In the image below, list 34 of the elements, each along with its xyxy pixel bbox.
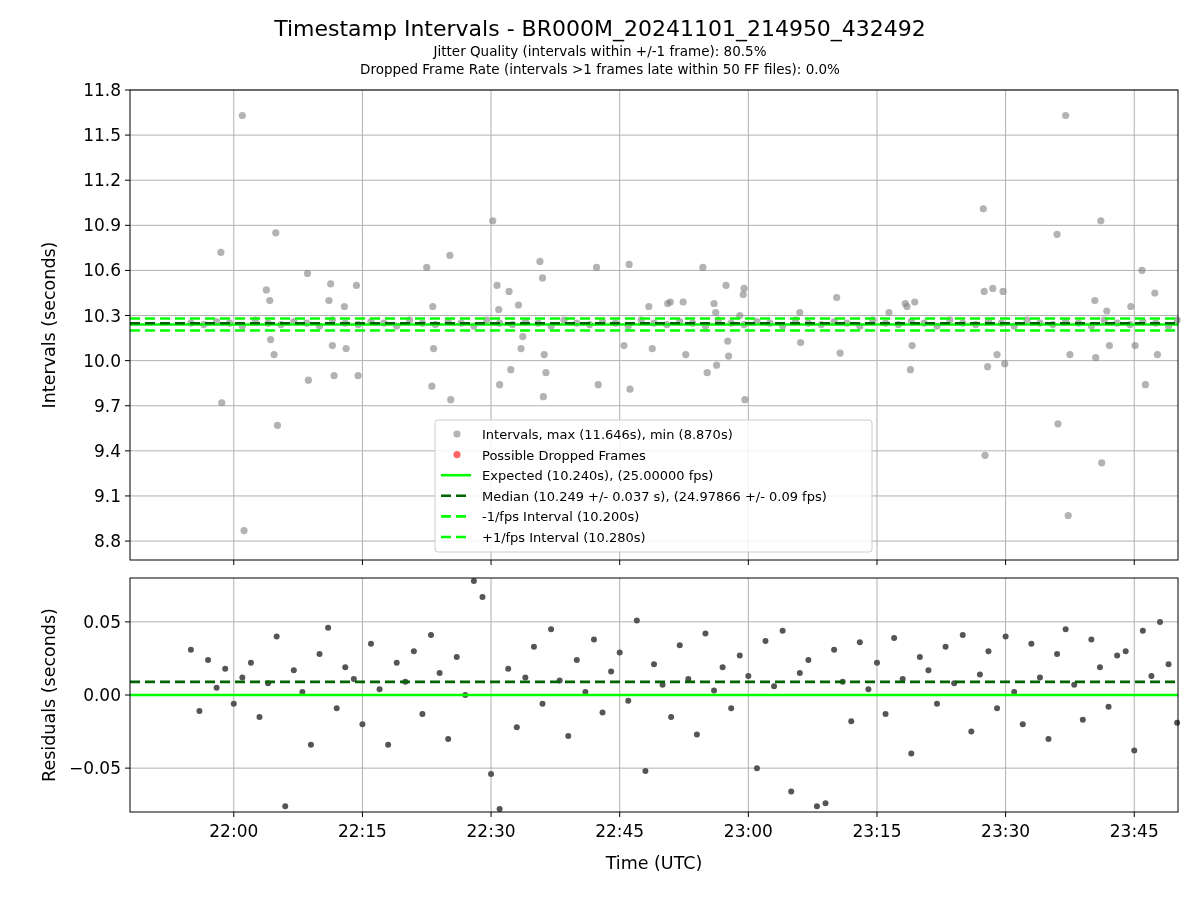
- tick-label: 0.05: [83, 611, 121, 632]
- chart-subtitle: Jitter Quality (intervals within +/-1 frame): 80.5%: [433, 42, 767, 60]
- tick-label: 11.5: [83, 125, 121, 146]
- tick-label: 11.8: [83, 80, 121, 100]
- tick-label: 23:00: [723, 821, 773, 841]
- tick-label: 10.6: [83, 260, 121, 281]
- legend-label: Median (10.249 +/- 0.037 s), (24.97866 +/- 0.09 fps): [482, 488, 827, 504]
- legend-label: Possible Dropped Frames: [482, 447, 646, 463]
- tick-label: 22:15: [337, 821, 387, 841]
- axis-label: Time (UTC): [605, 853, 703, 873]
- tick-label: 9.4: [93, 440, 121, 461]
- axis-label: Intervals (seconds): [39, 241, 59, 409]
- tick-label: −0.05: [68, 758, 121, 779]
- tick-label: 9.7: [93, 395, 121, 416]
- tick-label: 11.2: [83, 170, 121, 191]
- tick-label: 10.9: [83, 215, 121, 236]
- tick-label: 22:30: [466, 821, 516, 841]
- tick-label: 10.3: [83, 305, 121, 326]
- tick-label: 22:45: [595, 821, 645, 841]
- axis-label: Residuals (seconds): [39, 608, 59, 782]
- chart-title: Timestamp Intervals - BR000M_20241101_214950_432492: [274, 16, 926, 42]
- tick-label: 8.8: [93, 531, 121, 552]
- tick-label: 10.0: [83, 350, 121, 371]
- chart-subtitle: Dropped Frame Rate (intervals >1 frames late within 50 FF files): 0.0%: [360, 60, 840, 78]
- tick-label: 23:30: [981, 821, 1031, 841]
- tick-label: 23:15: [852, 821, 902, 841]
- legend-label: -1/fps Interval (10.200s): [482, 509, 640, 525]
- legend-label: +1/fps Interval (10.280s): [482, 530, 646, 545]
- legend-label: Intervals, max (11.646s), min (8.870s): [482, 427, 733, 442]
- tick-label: 23:45: [1109, 821, 1159, 841]
- legend-label: Expected (10.240s), (25.00000 fps): [482, 468, 714, 484]
- tick-label: 0.00: [83, 685, 121, 705]
- tick-label: 22:00: [209, 821, 259, 841]
- tick-label: 9.1: [93, 485, 121, 506]
